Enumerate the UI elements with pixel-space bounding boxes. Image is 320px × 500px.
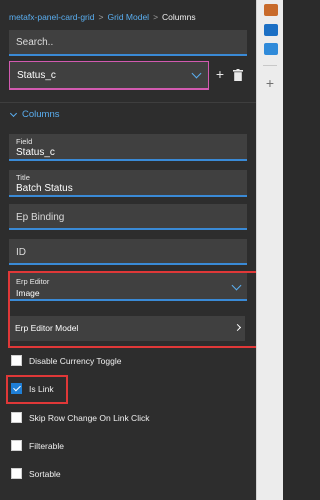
chevron-down-icon (9, 109, 18, 118)
checkbox-icon (11, 440, 22, 451)
section-title: Columns (22, 109, 60, 120)
chevron-down-icon (191, 68, 202, 79)
breadcrumb-item-panel[interactable]: metafx-panel-card-grid (9, 12, 95, 22)
checkbox-icon (11, 468, 22, 479)
highlight-box (8, 271, 259, 348)
add-column-button[interactable]: + (214, 66, 226, 82)
highlight-box (6, 375, 68, 404)
add-app-button[interactable]: + (264, 76, 276, 90)
checkbox-label: Skip Row Change On Link Click (29, 413, 150, 423)
send-icon[interactable] (264, 43, 278, 55)
breadcrumb-item-grid-model[interactable]: Grid Model (107, 12, 149, 22)
divider (263, 65, 277, 66)
divider (0, 102, 256, 103)
id-placeholder: ID (16, 247, 26, 258)
field-label: Field (16, 137, 33, 146)
title-label: Title (16, 173, 30, 182)
checkbox-label: Disable Currency Toggle (29, 356, 122, 366)
column-select[interactable]: Status_c (9, 61, 209, 90)
checkbox-label: Filterable (29, 441, 64, 451)
column-select-value: Status_c (17, 70, 56, 81)
checkbox-label: Sortable (29, 469, 61, 479)
checkbox-icon (11, 412, 22, 423)
breadcrumb-item-current: Columns (162, 12, 196, 22)
id-input[interactable]: ID (9, 239, 247, 265)
breadcrumb-separator: > (153, 12, 159, 22)
outlook-icon[interactable] (264, 24, 278, 36)
ep-binding-placeholder: Ep Binding (16, 212, 65, 223)
field-input[interactable]: Field Status_c (9, 134, 247, 161)
search-placeholder: Search.. (16, 37, 54, 48)
trash-icon (233, 69, 243, 81)
ep-binding-input[interactable]: Ep Binding (9, 204, 247, 230)
field-value: Status_c (16, 147, 55, 158)
breadcrumb: metafx-panel-card-grid > Grid Model > Column… (9, 12, 196, 22)
search-input[interactable]: Search.. (9, 30, 247, 56)
app-icon[interactable] (264, 4, 278, 16)
title-input[interactable]: Title Batch Status (9, 170, 247, 197)
properties-panel: metafx-panel-card-grid > Grid Model > Column… (0, 0, 256, 500)
title-value: Batch Status (16, 183, 73, 194)
checkbox-icon (11, 355, 22, 366)
delete-column-button[interactable] (233, 68, 243, 81)
breadcrumb-separator: > (98, 12, 104, 22)
